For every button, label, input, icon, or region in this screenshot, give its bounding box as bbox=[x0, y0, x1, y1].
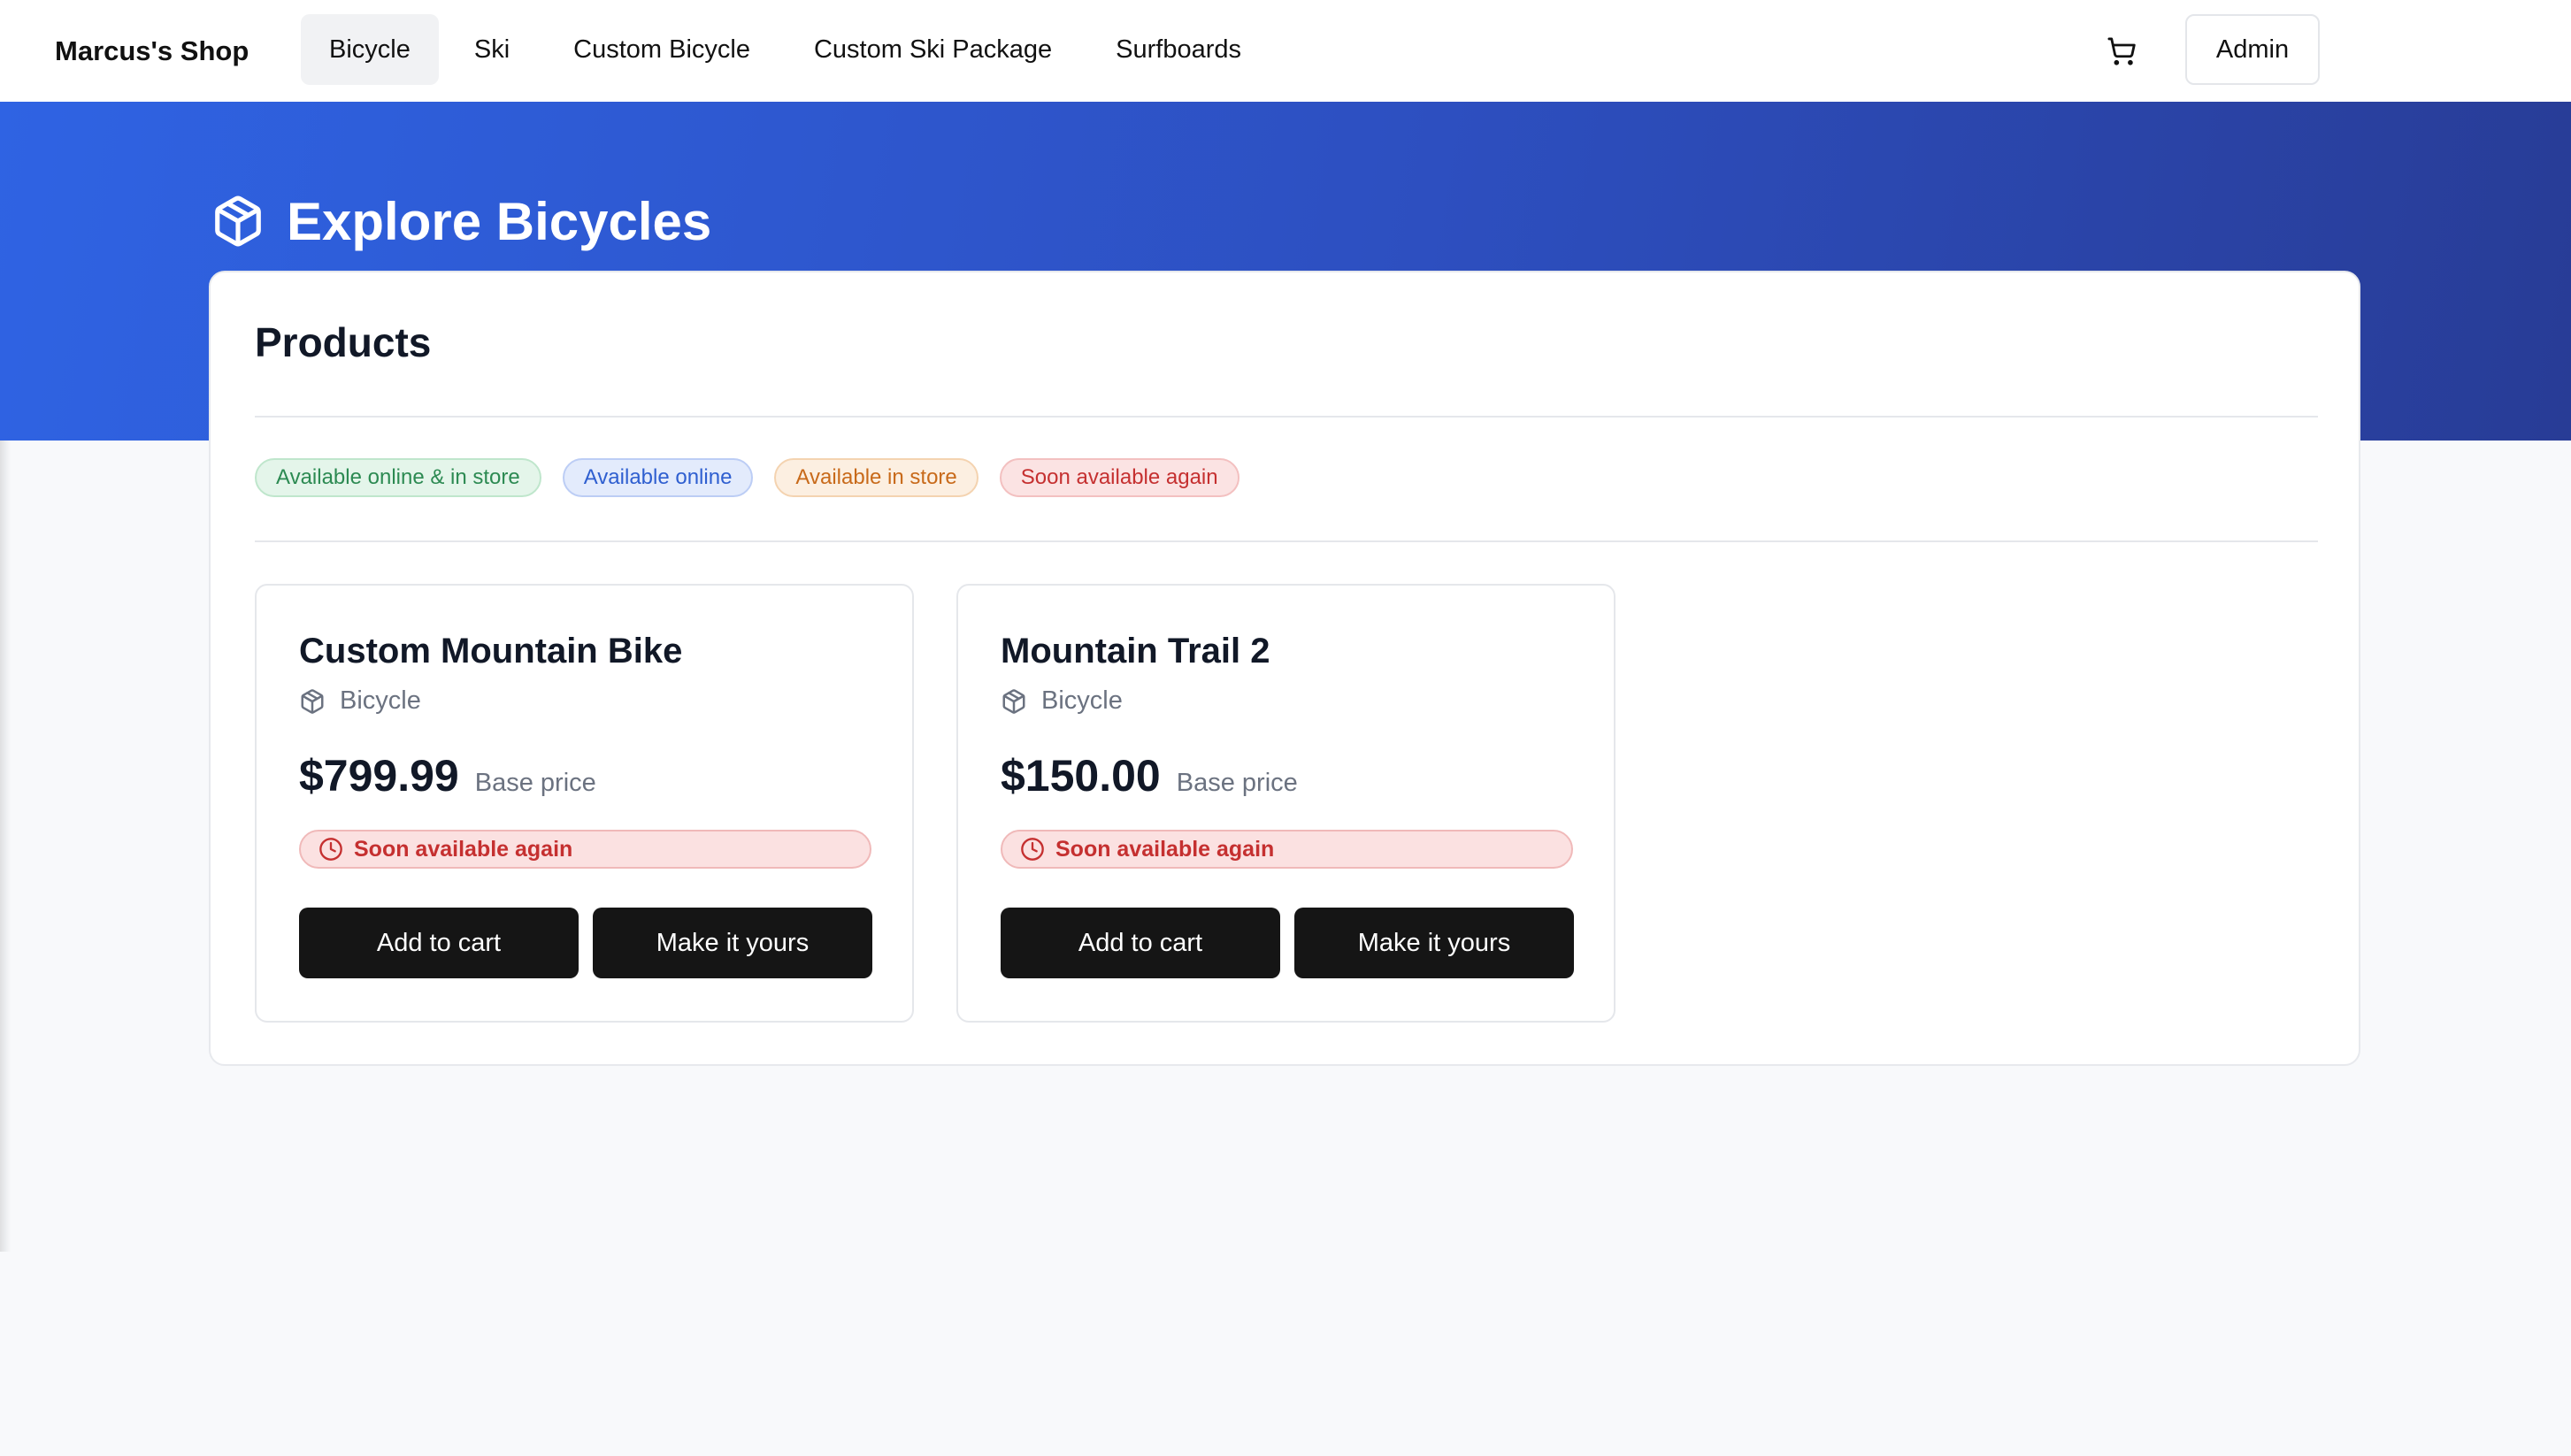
products-panel: Products Available online & in store Ava… bbox=[209, 271, 2360, 1066]
price-note: Base price bbox=[474, 769, 596, 797]
product-card: Mountain Trail 2 Bicycle $150.00 Base pr… bbox=[956, 584, 1616, 1023]
tab-ski[interactable]: Ski bbox=[445, 14, 539, 85]
tab-bicycle[interactable]: Bicycle bbox=[301, 14, 439, 85]
product-category-label: Bicycle bbox=[340, 686, 421, 715]
package-icon bbox=[215, 195, 261, 247]
status-label: Soon available again bbox=[1055, 836, 1275, 862]
hero-heading: Explore Bicycles bbox=[211, 186, 711, 257]
product-price: $799.99 bbox=[299, 751, 459, 801]
cart-button[interactable] bbox=[2100, 30, 2143, 73]
card-actions: Add to cart Make it yours bbox=[299, 908, 872, 978]
package-icon bbox=[1002, 688, 1025, 714]
status-badge: Soon available again bbox=[1001, 830, 1573, 869]
badge-online: Available online bbox=[562, 458, 754, 497]
divider bbox=[255, 416, 2318, 418]
clock-icon bbox=[319, 838, 342, 861]
category-tabs: Bicycle Ski Custom Bicycle Custom Ski Pa… bbox=[301, 14, 1270, 85]
product-price: $150.00 bbox=[1001, 751, 1161, 801]
product-category: Bicycle bbox=[1001, 686, 1123, 716]
product-grid: Custom Mountain Bike Bicycle $799.99 Bas… bbox=[255, 584, 1616, 1023]
package-icon bbox=[301, 688, 324, 714]
badge-soon-available: Soon available again bbox=[999, 458, 1239, 497]
availability-legend: Available online & in store Available on… bbox=[255, 458, 1239, 497]
admin-button[interactable]: Admin bbox=[2185, 14, 2320, 85]
price-row: $799.99 Base price bbox=[299, 750, 596, 801]
product-name: Mountain Trail 2 bbox=[1001, 632, 1270, 671]
product-name: Custom Mountain Bike bbox=[299, 632, 683, 671]
product-card: Custom Mountain Bike Bicycle $799.99 Bas… bbox=[255, 584, 914, 1023]
clock-icon bbox=[1021, 838, 1044, 861]
card-actions: Add to cart Make it yours bbox=[1001, 908, 1574, 978]
add-to-cart-button[interactable]: Add to cart bbox=[299, 908, 579, 978]
page: Marcus's Shop Bicycle Ski Custom Bicycle… bbox=[0, 0, 2571, 1456]
product-category: Bicycle bbox=[299, 686, 421, 716]
tab-custom-ski-package[interactable]: Custom Ski Package bbox=[785, 14, 1081, 85]
tab-surfboards[interactable]: Surfboards bbox=[1087, 14, 1270, 85]
product-category-label: Bicycle bbox=[1041, 686, 1123, 715]
page-title: Explore Bicycles bbox=[287, 191, 712, 251]
products-heading: Products bbox=[255, 319, 432, 365]
top-navigation-bar: Marcus's Shop Bicycle Ski Custom Bicycle… bbox=[0, 0, 2571, 102]
status-label: Soon available again bbox=[354, 836, 573, 862]
make-it-yours-button[interactable]: Make it yours bbox=[593, 908, 872, 978]
status-badge: Soon available again bbox=[299, 830, 871, 869]
make-it-yours-button[interactable]: Make it yours bbox=[1294, 908, 1574, 978]
add-to-cart-button[interactable]: Add to cart bbox=[1001, 908, 1280, 978]
price-row: $150.00 Base price bbox=[1001, 750, 1298, 801]
divider bbox=[255, 540, 2318, 542]
badge-online-and-store: Available online & in store bbox=[255, 458, 541, 497]
badge-in-store: Available in store bbox=[774, 458, 979, 497]
price-note: Base price bbox=[1176, 769, 1298, 797]
tab-custom-bicycle[interactable]: Custom Bicycle bbox=[545, 14, 779, 85]
shop-brand[interactable]: Marcus's Shop bbox=[55, 0, 249, 102]
cart-icon bbox=[2107, 37, 2136, 65]
